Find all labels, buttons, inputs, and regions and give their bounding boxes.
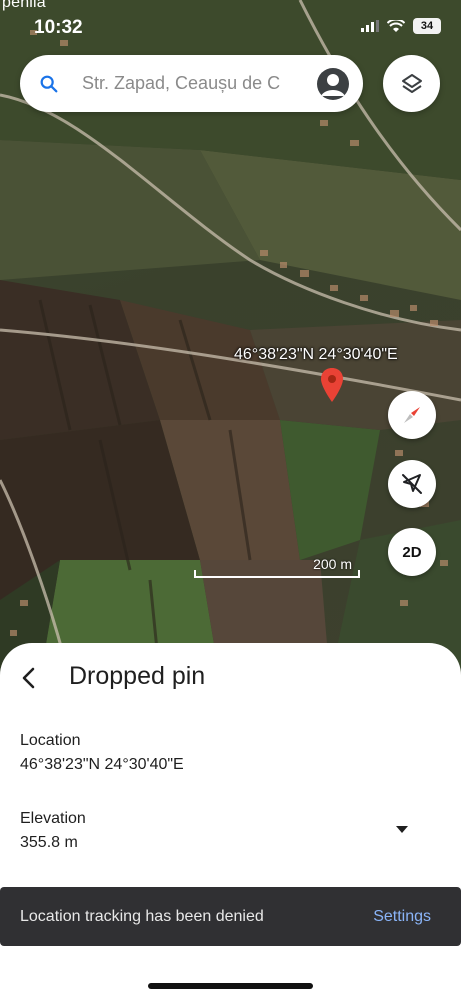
back-arrow-icon[interactable]	[14, 663, 44, 693]
compass-icon	[404, 407, 420, 423]
location-label: Location	[20, 732, 81, 749]
scale-label: 200 m	[313, 556, 352, 572]
snackbar-message: Location tracking has been denied	[20, 907, 264, 925]
elevation-label: Elevation	[20, 810, 86, 827]
settings-link[interactable]: Settings	[373, 908, 431, 926]
search-icon	[40, 75, 58, 92]
search-input[interactable]: Str. Zapad, Ceaușu de C	[82, 73, 300, 94]
location-value[interactable]: 46°38'23"N 24°30'40"E	[20, 756, 184, 774]
location-off-icon	[402, 474, 422, 494]
elevation-value: 355.8 m	[20, 834, 78, 851]
view-mode-button[interactable]: 2D	[388, 528, 436, 576]
snackbar: Location tracking has been denied Settin…	[0, 887, 461, 946]
home-indicator[interactable]	[148, 983, 313, 989]
status-app-label: penila	[2, 0, 46, 11]
map-pin-icon[interactable]	[320, 367, 344, 403]
place-details-sheet[interactable]: Dropped pin Location 46°38'23"N 24°30'40…	[0, 643, 461, 1000]
layers-button[interactable]	[383, 55, 440, 112]
location-tracking-button[interactable]	[388, 460, 436, 508]
status-time: 10:32	[34, 17, 83, 38]
sheet-title: Dropped pin	[69, 662, 206, 690]
search-bar[interactable]: Str. Zapad, Ceaușu de C	[20, 55, 363, 112]
compass-button[interactable]	[388, 391, 436, 439]
status-icons: 34	[361, 18, 441, 34]
layers-icon	[401, 73, 422, 93]
wifi-icon	[387, 19, 405, 32]
dropdown-arrow-icon[interactable]	[394, 824, 410, 834]
account-icon	[321, 74, 345, 96]
pin-coordinates-label: 46°38'23"N 24°30'40"E	[234, 346, 398, 363]
battery-icon: 34	[413, 18, 441, 34]
account-avatar[interactable]	[317, 68, 349, 100]
scale-bar: 200 m	[194, 556, 360, 578]
signal-icon	[361, 20, 379, 32]
